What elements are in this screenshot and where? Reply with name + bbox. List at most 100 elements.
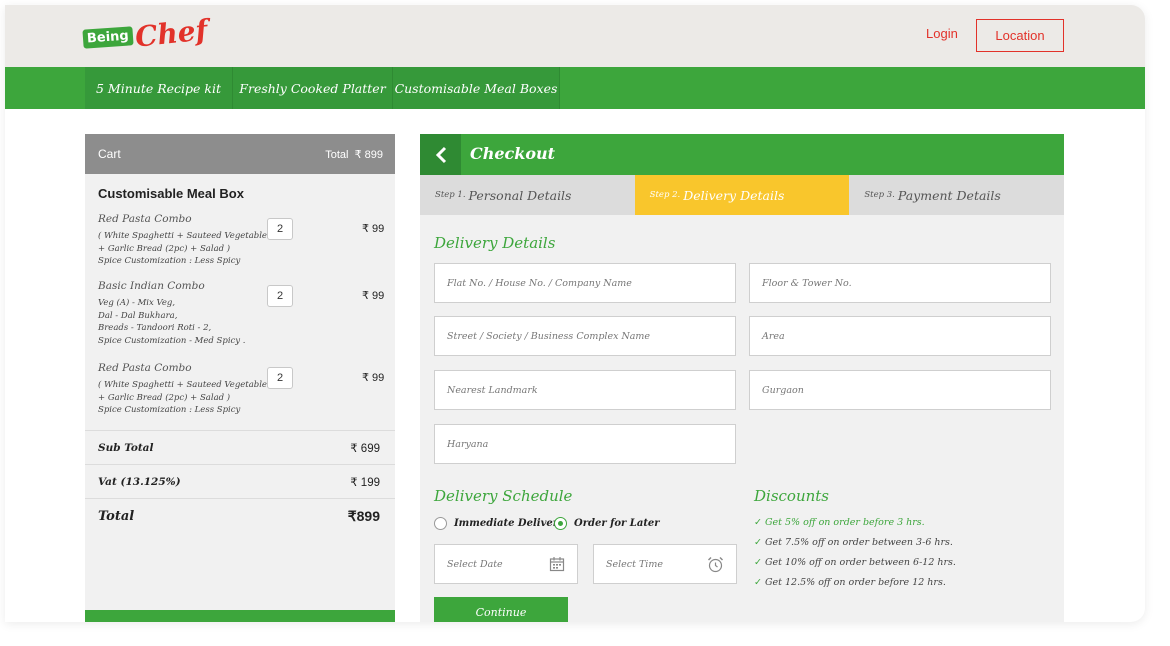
cart-item-desc-line: Spice Customization : Less Spicy — [98, 256, 241, 266]
step-number: Step 3. — [864, 190, 895, 200]
cart-total-value: ₹ 899 — [354, 148, 383, 161]
subtotal-label: Sub Total — [98, 441, 154, 454]
cart-item-desc-line: Dal - Dal Bukhara, — [98, 310, 178, 321]
street-field[interactable]: Street / Society / Business Complex Name — [434, 316, 736, 356]
nav-item-meal-boxes[interactable]: Customisable Meal Boxes — [393, 67, 560, 109]
radio-circle — [554, 517, 567, 530]
step-number: Step 1. — [435, 190, 466, 200]
check-icon: ✓ — [754, 557, 762, 568]
discount-text: Get 12.5% off on order before 12 hrs. — [764, 577, 946, 588]
checkout-title: Checkout — [470, 144, 556, 163]
step-label: Payment Details — [897, 187, 1001, 203]
step-personal-details[interactable]: Step 1. Personal Details — [420, 175, 635, 215]
cart-header-total: Total ₹ 899 — [325, 148, 383, 161]
main-nav: 5 Minute Recipe kit Freshly Cooked Platt… — [5, 67, 1145, 109]
cart-item: Red Pasta Combo ( White Spaghetti + Saut… — [98, 362, 383, 417]
cart-item-price: ₹ 99 — [362, 223, 385, 235]
location-button[interactable]: Location — [976, 19, 1064, 52]
step-payment-details[interactable]: Step 3. Payment Details — [849, 175, 1065, 215]
radio-label: Order for Later — [574, 518, 660, 529]
quantity-box[interactable]: 2 — [267, 285, 293, 307]
calendar-icon — [549, 556, 565, 575]
quantity-box[interactable]: 2 — [267, 218, 293, 240]
step-number: Step 2. — [649, 190, 681, 200]
vat-row: Vat (13.125%) ₹ 199 — [85, 464, 395, 498]
login-link[interactable]: Login — [926, 26, 958, 41]
select-time-label: Select Time — [606, 558, 663, 570]
radio-order-later[interactable]: Order for Later — [554, 517, 660, 530]
check-icon: ✓ — [754, 517, 762, 528]
subtotal-row: Sub Total ₹ 699 — [85, 430, 395, 464]
flat-field[interactable]: Flat No. / House No. / Company Name — [434, 263, 736, 303]
area-field[interactable]: Area — [749, 316, 1051, 356]
grand-total-label: Total — [98, 509, 135, 524]
discount-item: ✓ Get 5% off on order before 3 hrs. — [754, 517, 925, 528]
logo-chef-text: Chef — [133, 13, 210, 54]
cart-header: Cart Total ₹ 899 — [85, 134, 395, 174]
nav-item-recipe-kit[interactable]: 5 Minute Recipe kit — [85, 67, 233, 109]
cart-item-name: Red Pasta Combo — [98, 213, 192, 225]
discounts-title: Discounts — [754, 487, 829, 505]
cart-item-desc: ( White Spaghetti + Sauteed Vegetables +… — [98, 379, 383, 417]
cart-footer-bar — [85, 610, 395, 622]
cart-item-name: Red Pasta Combo — [98, 362, 192, 374]
city-field[interactable]: Gurgaon — [749, 370, 1051, 410]
check-icon: ✓ — [754, 577, 762, 588]
back-button[interactable] — [420, 134, 461, 175]
cart-item-desc-line: Veg (A) - Mix Veg, — [98, 298, 176, 308]
select-date-label: Select Date — [447, 558, 503, 570]
discount-item: ✓ Get 12.5% off on order before 12 hrs. — [754, 577, 946, 588]
landmark-field[interactable]: Nearest Landmark — [434, 370, 736, 410]
delivery-schedule-title: Delivery Schedule — [434, 487, 573, 505]
checkout-steps: Step 1. Personal Details Step 2. Deliver… — [420, 175, 1065, 215]
vat-value: ₹ 199 — [350, 476, 380, 489]
chevron-left-icon — [435, 146, 446, 163]
alarm-clock-icon — [707, 556, 724, 576]
cart-item-desc-line: + Garlic Bread (2pc) + Salad ) — [98, 392, 231, 403]
cart-item-desc-line: Breads - Tandoori Roti - 2, — [98, 323, 212, 333]
discount-text: Get 7.5% off on order between 3-6 hrs. — [764, 537, 953, 548]
continue-button[interactable]: Continue — [434, 597, 568, 622]
cart-section-title: Customisable Meal Box — [98, 186, 244, 201]
vat-label: Vat (13.125%) — [98, 475, 181, 488]
delivery-details-title: Delivery Details — [434, 234, 556, 252]
cart-item: Red Pasta Combo ( White Spaghetti + Saut… — [98, 213, 383, 268]
cart-item-desc-line: ( White Spaghetti + Sauteed Vegetables — [98, 380, 272, 390]
subtotal-value: ₹ 699 — [350, 442, 380, 455]
cart-item: Basic Indian Combo Veg (A) - Mix Veg, Da… — [98, 280, 383, 347]
step-delivery-details[interactable]: Step 2. Delivery Details — [634, 175, 850, 215]
check-icon: ✓ — [754, 537, 762, 548]
cart-item-desc-line: ( White Spaghetti + Sauteed Vegetables — [98, 231, 272, 241]
grand-total-value: ₹899 — [347, 508, 380, 524]
cart-panel: Cart Total ₹ 899 Customisable Meal Box R… — [85, 134, 395, 622]
discount-text: Get 5% off on order before 3 hrs. — [764, 517, 925, 528]
select-time-field[interactable]: Select Time — [593, 544, 737, 584]
cart-title: Cart — [98, 147, 121, 161]
checkout-panel: Checkout Step 1. Personal Details Step 2… — [420, 134, 1065, 622]
checkout-header: Checkout — [420, 134, 1064, 175]
logo-being-text: Being — [82, 26, 134, 49]
top-bar: Being Chef Login Location — [5, 5, 1145, 67]
nav-item-cooked-platter[interactable]: Freshly Cooked Platter — [233, 67, 393, 109]
step-label: Personal Details — [468, 187, 572, 203]
logo[interactable]: Being Chef — [82, 13, 209, 57]
cart-item-price: ₹ 99 — [362, 290, 385, 302]
cart-total-label: Total — [325, 148, 349, 161]
cart-item-desc-line: Spice Customization : Less Spicy — [98, 405, 241, 415]
cart-item-desc: ( White Spaghetti + Sauteed Vegetables +… — [98, 230, 383, 268]
select-date-field[interactable]: Select Date — [434, 544, 578, 584]
quantity-box[interactable]: 2 — [267, 367, 293, 389]
state-field[interactable]: Haryana — [434, 424, 736, 464]
radio-immediate-delivery[interactable]: Immediate Delivery — [434, 517, 564, 530]
cart-item-desc-line: Spice Customization - Med Spicy . — [98, 335, 246, 346]
discount-text: Get 10% off on order between 6-12 hrs. — [764, 557, 956, 568]
step-label: Delivery Details — [683, 187, 785, 203]
floor-field[interactable]: Floor & Tower No. — [749, 263, 1051, 303]
discount-item: ✓ Get 10% off on order between 6-12 hrs. — [754, 557, 956, 568]
grand-total-row: Total ₹899 — [85, 498, 395, 534]
page-frame: Being Chef Login Location 5 Minute Recip… — [5, 5, 1145, 622]
radio-circle — [434, 517, 447, 530]
cart-item-desc: Veg (A) - Mix Veg, Dal - Dal Bukhara, Br… — [98, 297, 383, 347]
discount-item: ✓ Get 7.5% off on order between 3-6 hrs. — [754, 537, 953, 548]
radio-label: Immediate Delivery — [454, 518, 564, 529]
